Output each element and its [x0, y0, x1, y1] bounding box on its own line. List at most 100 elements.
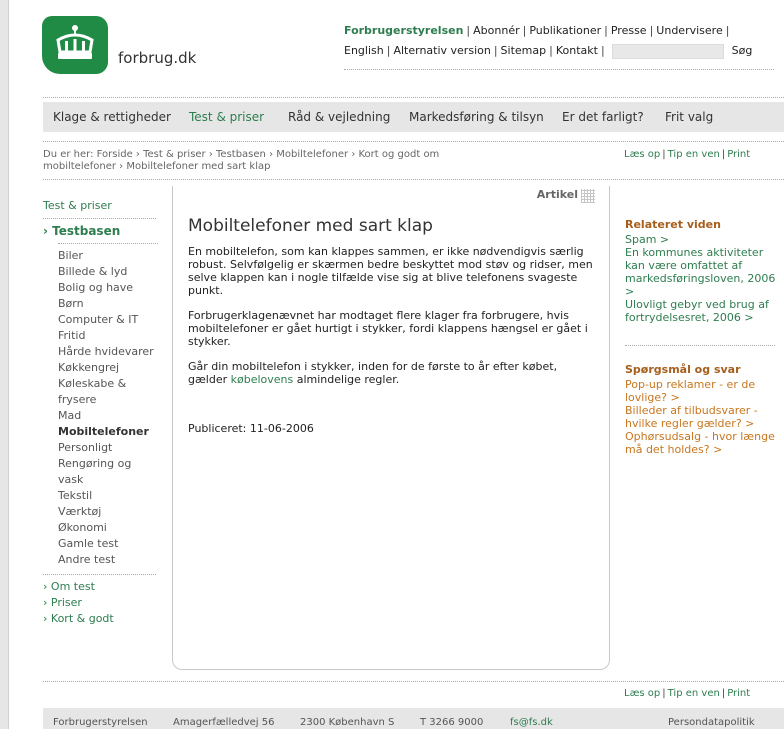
leftnav-item[interactable]: Computer & IT — [58, 312, 158, 328]
print-link[interactable]: Print — [727, 149, 750, 160]
left-border — [0, 0, 9, 729]
leftnav-section-test-priser[interactable]: Test & priser — [43, 198, 158, 214]
leftnav-priser-label: Priser — [50, 596, 82, 609]
leftnav-kort-godt-label: Kort & godt — [50, 612, 114, 625]
nav-er-det-farligt[interactable]: Er det farligt? — [562, 110, 644, 124]
divider — [43, 574, 156, 575]
article-title: Mobiltelefoner med sart klap — [188, 216, 433, 236]
link-english[interactable]: English — [344, 44, 384, 57]
read-aloud-link[interactable]: Læs op — [624, 688, 660, 699]
chevron-right-icon: › — [43, 612, 51, 625]
leftnav-om-test-label: Om test — [50, 580, 95, 593]
article-box: Artikel Mobiltelefoner med sart klap En … — [172, 186, 610, 670]
article-paragraph: Går din mobiltelefon i stykker, inden fo… — [188, 360, 593, 386]
koebeloven-link[interactable]: købelovens — [231, 373, 294, 386]
footer-address: Amagerfælledvej 56 — [173, 717, 275, 728]
qa-heading: Spørgsmål og svar — [625, 363, 741, 376]
leftnav-item[interactable]: Værktøj — [58, 504, 158, 520]
divider — [344, 69, 774, 70]
leftnav-item[interactable]: Bolig og have — [58, 280, 158, 296]
published-date: Publiceret: 11-06-2006 — [188, 422, 314, 435]
left-nav: Test & priser › Testbasen Biler Billede … — [43, 198, 158, 627]
read-aloud-link[interactable]: Læs op — [624, 149, 660, 160]
tip-friend-link[interactable]: Tip en ven — [668, 149, 720, 160]
footer-phone: T 3266 9000 — [420, 717, 484, 728]
divider — [625, 345, 775, 346]
leftnav-item[interactable]: Fritid — [58, 328, 158, 344]
chevron-right-icon: › — [43, 596, 51, 609]
leftnav-item[interactable]: Gamle test — [58, 536, 158, 552]
leftnav-testbasen[interactable]: › Testbasen — [43, 223, 158, 239]
leftnav-item[interactable]: Rengøring og vask — [58, 456, 158, 488]
search-button[interactable]: Søg — [732, 41, 753, 61]
util-links-top: Læs op | Tip en ven | Print — [624, 149, 751, 160]
footer-city: 2300 København S — [300, 717, 395, 728]
tip-friend-link[interactable]: Tip en ven — [668, 688, 720, 699]
leftnav-kort-godt[interactable]: › Kort & godt — [43, 611, 158, 627]
nav-frit-valg[interactable]: Frit valg — [665, 110, 713, 124]
footer-email-link[interactable]: fs@fs.dk — [510, 717, 553, 728]
related-heading: Relateret viden — [625, 218, 721, 231]
link-kontakt[interactable]: Kontakt — [556, 44, 598, 57]
leftnav-item-current[interactable]: Mobiltelefoner — [58, 424, 158, 440]
leftnav-item[interactable]: Biler — [58, 248, 158, 264]
leftnav-priser[interactable]: › Priser — [43, 595, 158, 611]
link-publikationer[interactable]: Publikationer — [529, 24, 601, 37]
article-label: Artikel — [536, 188, 578, 201]
nav-test-priser[interactable]: Test & priser — [189, 110, 264, 124]
footer-privacy-link[interactable]: Persondatapolitik — [668, 717, 755, 728]
article-paragraph: Forbrugerklagenævnet har modtaget flere … — [188, 309, 588, 348]
leftnav-item[interactable]: Billede & lyd — [58, 264, 158, 280]
divider — [43, 218, 156, 219]
site-name[interactable]: forbrug.dk — [118, 49, 196, 67]
article-body: En mobiltelefon, som kan klappes sammen,… — [188, 245, 593, 398]
leftnav-item[interactable]: Andre test — [58, 552, 158, 568]
link-alternativ-version[interactable]: Alternativ version — [393, 44, 490, 57]
related-item[interactable]: Spam > — [625, 233, 784, 246]
nav-klage-rettigheder[interactable]: Klage & rettigheder — [53, 110, 171, 124]
leftnav-item[interactable]: Økonomi — [58, 520, 158, 536]
main-nav: Klage & rettigheder Test & priser Råd & … — [43, 102, 784, 132]
divider — [43, 179, 784, 180]
link-forbrugerstyrelsen[interactable]: Forbrugerstyrelsen — [344, 24, 463, 37]
link-undervisere[interactable]: Undervisere — [656, 24, 722, 37]
chevron-right-icon: › — [43, 580, 51, 593]
top-links-row-2: English | Alternativ version | Sitemap | Konta… — [344, 41, 752, 61]
qa-item[interactable]: Pop-up reklamer - er de lovlige? > — [625, 378, 784, 404]
nav-raad-vejledning[interactable]: Råd & vejledning — [288, 110, 390, 124]
breadcrumb[interactable]: Du er her: Forside › Test & priser › Tes… — [43, 149, 513, 173]
leftnav-item[interactable]: Mad — [58, 408, 158, 424]
leftnav-item[interactable]: Børn — [58, 296, 158, 312]
footer: Forbrugerstyrelsen Amagerfælledvej 56 23… — [43, 708, 784, 729]
related-item[interactable]: Ulovligt gebyr ved brug af fortrydelsesr… — [625, 298, 784, 324]
divider — [43, 141, 784, 142]
leftnav-item[interactable]: Køleskabe & frysere — [58, 376, 158, 408]
leftnav-item[interactable]: Køkkengrej — [58, 360, 158, 376]
leftnav-item[interactable]: Personligt — [58, 440, 158, 456]
util-links-bottom: Læs op | Tip en ven | Print — [624, 688, 751, 699]
top-links: Forbrugerstyrelsen | Abonnér | Publikationer… — [344, 21, 752, 61]
link-sitemap[interactable]: Sitemap — [501, 44, 547, 57]
nav-markedsfoering-tilsyn[interactable]: Markedsføring & tilsyn — [409, 110, 544, 124]
leftnav-item[interactable]: Tekstil — [58, 488, 158, 504]
leftnav-subitems: Biler Billede & lyd Bolig og have Børn C… — [43, 248, 158, 568]
qa-item[interactable]: Billeder af tilbudsvarer - hvilke regler… — [625, 404, 784, 430]
link-abonner[interactable]: Abonnér — [473, 24, 519, 37]
qa-item[interactable]: Ophørsudsalg - hvor længe må det holdes?… — [625, 430, 784, 456]
leftnav-item[interactable]: Hårde hvidevarer — [58, 344, 158, 360]
leftnav-om-test[interactable]: › Om test — [43, 579, 158, 595]
article-paragraph: En mobiltelefon, som kan klappes sammen,… — [188, 245, 593, 297]
article-text: almindelige regler. — [293, 373, 400, 386]
divider — [43, 681, 784, 682]
top-links-row-1: Forbrugerstyrelsen | Abonnér | Publikationer… — [344, 24, 730, 37]
right-column: Relateret viden Spam > En kommunes aktiv… — [625, 218, 784, 456]
footer-org: Forbrugerstyrelsen — [53, 717, 148, 728]
link-presse[interactable]: Presse — [611, 24, 647, 37]
divider — [58, 243, 158, 244]
print-link[interactable]: Print — [727, 688, 750, 699]
leftnav-testbasen-label: Testbasen — [52, 224, 121, 238]
search-input[interactable] — [611, 43, 724, 59]
crown-logo[interactable] — [42, 16, 108, 74]
crown-icon — [56, 25, 94, 59]
related-item[interactable]: En kommunes aktiviteter kan være omfatte… — [625, 246, 784, 298]
